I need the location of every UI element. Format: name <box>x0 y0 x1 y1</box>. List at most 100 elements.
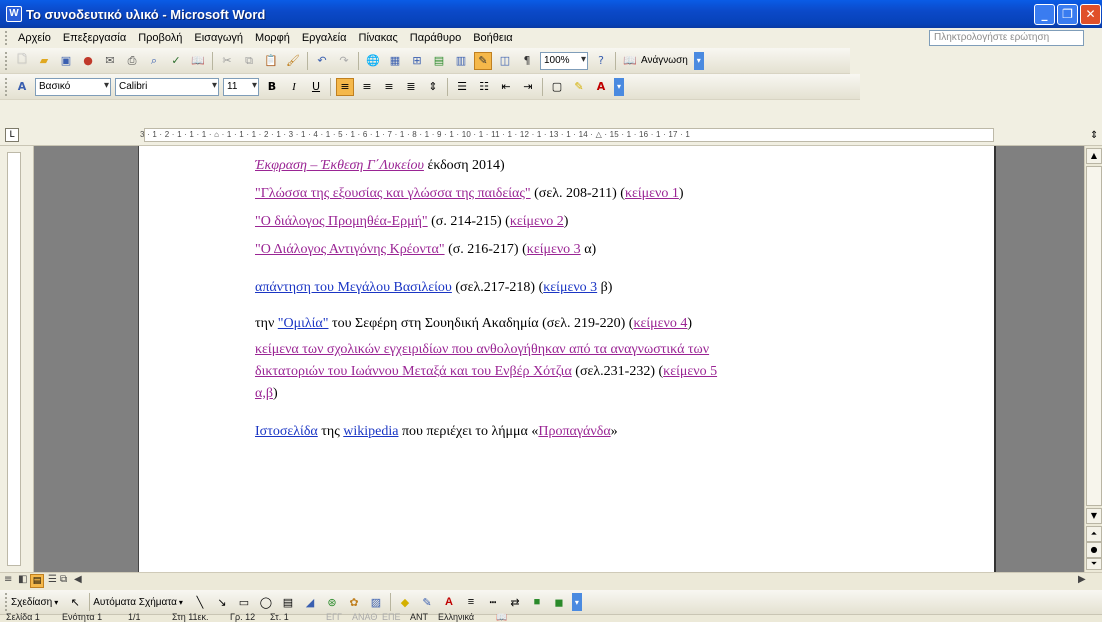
doc-link[interactable]: "Ο διάλογος Προμηθέα-Ερμή" <box>255 214 428 229</box>
zoom-select[interactable]: 100% <box>540 51 588 70</box>
doc-link[interactable]: κείμενο 3 <box>543 280 597 295</box>
format-painter-icon[interactable]: 🖌 <box>284 52 302 70</box>
wordart-icon[interactable]: ◢ <box>301 593 319 611</box>
previous-page-icon[interactable]: ⏶ <box>1086 526 1102 542</box>
line-icon[interactable]: ╲ <box>191 593 209 611</box>
doc-link[interactable]: Έκφραση – Έκθεση Γ΄Λυκείου <box>255 158 424 173</box>
style-select[interactable]: Βασικό <box>35 77 111 96</box>
minimize-button[interactable]: _ <box>1034 4 1055 25</box>
drawing-icon[interactable]: ✎ <box>474 51 492 70</box>
print-preview-icon[interactable]: ⌕ <box>145 52 163 70</box>
menu-view[interactable]: Προβολή <box>132 32 188 44</box>
vertical-scrollbar[interactable]: ▲ ▼ ⏶ ● ⏷ <box>1084 146 1102 572</box>
spelling-status-icon[interactable]: 📖 <box>496 612 507 622</box>
autoshapes-menu-button[interactable]: Αυτόματα Σχήματα <box>93 597 177 608</box>
oval-icon[interactable]: ◯ <box>257 593 275 611</box>
copy-icon[interactable]: ⧉ <box>240 52 258 70</box>
borders-icon[interactable]: ▢ <box>548 78 566 96</box>
save-icon[interactable]: ▣ <box>57 52 75 70</box>
doc-link[interactable]: "Γλώσσα της εξουσίας και γλώσσα της παιδ… <box>255 186 531 201</box>
doc-link[interactable]: wikipedia <box>343 424 398 439</box>
status-ovr[interactable]: ΑΝΤ <box>410 612 428 622</box>
italic-icon[interactable]: I <box>285 78 303 96</box>
menu-help[interactable]: Βοήθεια <box>467 32 518 44</box>
menu-edit[interactable]: Επεξεργασία <box>57 32 132 44</box>
doc-link[interactable]: απάντηση του Μεγάλου Βασιλείου <box>255 280 452 295</box>
tables-borders-icon[interactable]: ▦ <box>386 52 404 70</box>
decrease-indent-icon[interactable]: ⇤ <box>497 78 515 96</box>
doc-link[interactable]: κείμενο 2 <box>510 214 564 229</box>
doc-link[interactable]: "Ο Διάλογος Αντιγόνης Κρέοντα" <box>255 242 445 257</box>
toolbar-grip[interactable] <box>5 51 8 70</box>
browse-object-icon[interactable]: ● <box>1086 542 1102 558</box>
shadow-icon[interactable]: ■ <box>528 593 546 611</box>
numbering-icon[interactable]: ☰ <box>453 78 471 96</box>
redo-icon[interactable]: ↷ <box>335 52 353 70</box>
columns-icon[interactable]: ▥ <box>452 52 470 70</box>
next-page-icon[interactable]: ⏷ <box>1086 558 1102 570</box>
normal-view-icon[interactable]: ≡ <box>4 574 12 585</box>
status-trk[interactable]: ΑΝΑΘ <box>352 612 377 622</box>
doc-link[interactable]: κείμενο 1 <box>625 186 679 201</box>
paste-icon[interactable]: 📋 <box>262 52 280 70</box>
menu-tools[interactable]: Εργαλεία <box>296 32 353 44</box>
doc-link[interactable]: κείμενο 3 <box>527 242 581 257</box>
show-hide-icon[interactable]: ¶ <box>518 52 536 70</box>
status-language[interactable]: Ελληνικά <box>438 612 474 622</box>
tab-selector[interactable]: L <box>5 128 19 142</box>
select-objects-icon[interactable]: ↖ <box>66 593 84 611</box>
toolbar-grip[interactable] <box>5 31 8 45</box>
scroll-right-icon[interactable]: ▶ <box>1078 574 1086 585</box>
font-color-icon[interactable]: A <box>592 78 610 96</box>
toolbar-options-icon[interactable]: ▾ <box>614 77 624 96</box>
clip-art-icon[interactable]: ✿ <box>345 593 363 611</box>
draw-menu-button[interactable]: Σχεδίαση <box>11 597 52 608</box>
status-rec[interactable]: ΕΓΓ <box>326 612 342 622</box>
print-layout-icon[interactable]: ▤ <box>30 574 44 588</box>
doc-link[interactable]: κείμενο 5 <box>663 364 717 379</box>
menu-insert[interactable]: Εισαγωγή <box>188 32 249 44</box>
doc-link[interactable]: "Ομιλία" <box>278 316 329 331</box>
doc-link[interactable]: α,β <box>255 386 273 401</box>
doc-link[interactable]: Προπαγάνδα <box>538 424 610 439</box>
font-color-icon[interactable]: A <box>440 593 458 611</box>
rectangle-icon[interactable]: ▭ <box>235 593 253 611</box>
research-icon[interactable]: 📖 <box>189 52 207 70</box>
align-right-icon[interactable]: ≡ <box>380 78 398 96</box>
3d-icon[interactable]: ◼ <box>550 593 568 611</box>
hyperlink-icon[interactable]: 🌐 <box>364 52 382 70</box>
status-ext[interactable]: ΕΠΕ <box>382 612 401 622</box>
highlight-icon[interactable]: ✎ <box>570 78 588 96</box>
text-box-icon[interactable]: ▤ <box>279 593 297 611</box>
split-handle-icon[interactable]: ⇕ <box>1090 130 1098 141</box>
email-icon[interactable]: ✉ <box>101 52 119 70</box>
bold-icon[interactable]: B <box>263 78 281 96</box>
line-spacing-icon[interactable]: ⇕ <box>424 78 442 96</box>
insert-picture-icon[interactable]: ▨ <box>367 593 385 611</box>
toolbar-options-icon[interactable]: ▾ <box>693 51 704 70</box>
insert-excel-icon[interactable]: ▤ <box>430 52 448 70</box>
scroll-left-icon[interactable]: ◀ <box>74 574 82 585</box>
increase-indent-icon[interactable]: ⇥ <box>519 78 537 96</box>
menu-file[interactable]: Αρχείο <box>12 32 57 44</box>
font-size-select[interactable]: 11 <box>223 77 259 96</box>
doc-link[interactable]: κείμενο 4 <box>633 316 687 331</box>
dash-style-icon[interactable]: ┅ <box>484 593 502 611</box>
fill-color-icon[interactable]: ◆ <box>396 593 414 611</box>
font-select[interactable]: Calibri <box>115 77 219 96</box>
insert-table-icon[interactable]: ⊞ <box>408 52 426 70</box>
menu-table[interactable]: Πίνακας <box>353 32 404 44</box>
help-question-input[interactable]: Πληκτρολογήστε ερώτηση <box>929 30 1084 46</box>
help-icon[interactable]: ? <box>592 52 610 70</box>
underline-icon[interactable]: U <box>307 78 325 96</box>
open-folder-icon[interactable]: ▰ <box>35 52 53 70</box>
scroll-down-icon[interactable]: ▼ <box>1086 508 1102 524</box>
maximize-button[interactable]: ❐ <box>1057 4 1078 25</box>
print-icon[interactable]: ⎙ <box>123 52 141 70</box>
new-document-icon[interactable]: 🗋 <box>13 52 31 70</box>
horizontal-scrollbar[interactable]: ≡ ◧ ▤ ☰ ⧉ ◀ ▶ <box>0 572 1102 590</box>
menu-format[interactable]: Μορφή <box>249 32 296 44</box>
word-app-icon[interactable]: W <box>6 6 22 22</box>
diagram-icon[interactable]: ⊛ <box>323 593 341 611</box>
horizontal-ruler[interactable]: L 3 · 1 · 2 · 1 · 1 · 1 · ⌂ · 1 · 1 · 1 … <box>0 124 1102 146</box>
